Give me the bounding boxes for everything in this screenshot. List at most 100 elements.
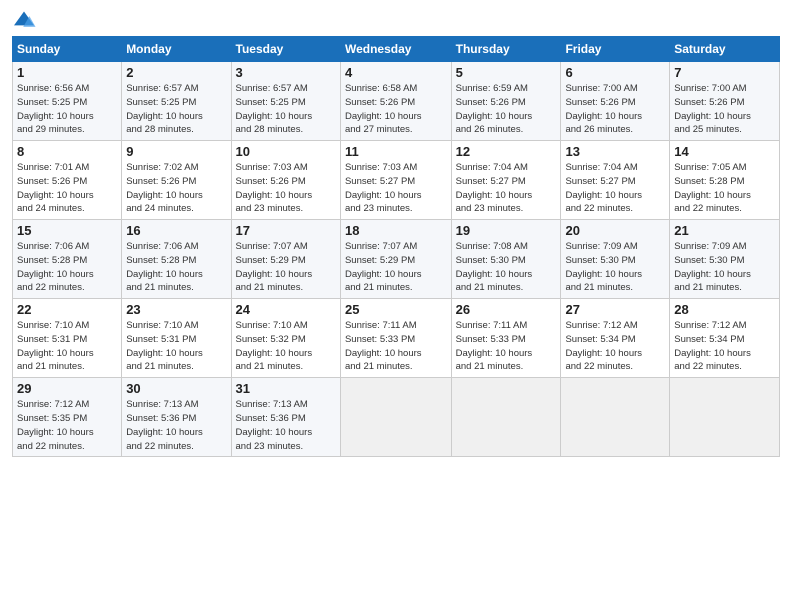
day-number: 5: [456, 65, 557, 80]
calendar-cell: 9 Sunrise: 7:02 AM Sunset: 5:26 PM Daylig…: [122, 141, 231, 220]
day-info: Sunrise: 6:58 AM Sunset: 5:26 PM Dayligh…: [345, 82, 447, 137]
day-number: 10: [236, 144, 336, 159]
day-number: 24: [236, 302, 336, 317]
day-info: Sunrise: 6:59 AM Sunset: 5:26 PM Dayligh…: [456, 82, 557, 137]
day-number: 20: [565, 223, 665, 238]
day-number: 23: [126, 302, 226, 317]
page-container: SundayMondayTuesdayWednesdayThursdayFrid…: [0, 0, 792, 465]
calendar-cell: 7 Sunrise: 7:00 AM Sunset: 5:26 PM Daylig…: [670, 62, 780, 141]
day-info: Sunrise: 7:04 AM Sunset: 5:27 PM Dayligh…: [565, 161, 665, 216]
calendar-cell: [561, 378, 670, 457]
calendar-cell: 14 Sunrise: 7:05 AM Sunset: 5:28 PM Dayli…: [670, 141, 780, 220]
day-info: Sunrise: 7:08 AM Sunset: 5:30 PM Dayligh…: [456, 240, 557, 295]
day-number: 26: [456, 302, 557, 317]
day-number: 7: [674, 65, 775, 80]
day-info: Sunrise: 7:09 AM Sunset: 5:30 PM Dayligh…: [674, 240, 775, 295]
week-row-4: 22Sunrise: 7:10 AM Sunset: 5:31 PM Dayli…: [13, 299, 780, 378]
calendar-cell: 11Sunrise: 7:03 AM Sunset: 5:27 PM Dayli…: [340, 141, 451, 220]
day-number: 29: [17, 381, 117, 396]
calendar-cell: 18 Sunrise: 7:07 AM Sunset: 5:29 PM Dayli…: [340, 220, 451, 299]
calendar-cell: 4 Sunrise: 6:58 AM Sunset: 5:26 PM Daylig…: [340, 62, 451, 141]
calendar-cell: 8 Sunrise: 7:01 AM Sunset: 5:26 PM Daylig…: [13, 141, 122, 220]
calendar-cell: 2 Sunrise: 6:57 AM Sunset: 5:25 PM Daylig…: [122, 62, 231, 141]
calendar-cell: 24 Sunrise: 7:10 AM Sunset: 5:32 PM Dayli…: [231, 299, 340, 378]
day-info: Sunrise: 7:02 AM Sunset: 5:26 PM Dayligh…: [126, 161, 226, 216]
calendar-cell: 21 Sunrise: 7:09 AM Sunset: 5:30 PM Dayli…: [670, 220, 780, 299]
day-info: Sunrise: 6:57 AM Sunset: 5:25 PM Dayligh…: [236, 82, 336, 137]
day-number: 3: [236, 65, 336, 80]
day-info: Sunrise: 7:11 AM Sunset: 5:33 PM Dayligh…: [345, 319, 447, 374]
day-info: Sunrise: 7:10 AM Sunset: 5:31 PM Dayligh…: [126, 319, 226, 374]
day-info: Sunrise: 7:12 AM Sunset: 5:34 PM Dayligh…: [565, 319, 665, 374]
calendar-cell: 26 Sunrise: 7:11 AM Sunset: 5:33 PM Dayli…: [451, 299, 561, 378]
calendar-cell: 6Sunrise: 7:00 AM Sunset: 5:26 PM Daylig…: [561, 62, 670, 141]
day-info: Sunrise: 7:11 AM Sunset: 5:33 PM Dayligh…: [456, 319, 557, 374]
day-info: Sunrise: 7:12 AM Sunset: 5:34 PM Dayligh…: [674, 319, 775, 374]
calendar-cell: 13 Sunrise: 7:04 AM Sunset: 5:27 PM Dayli…: [561, 141, 670, 220]
day-number: 1: [17, 65, 117, 80]
day-number: 19: [456, 223, 557, 238]
calendar-cell: [340, 378, 451, 457]
header-tuesday: Tuesday: [231, 37, 340, 62]
day-info: Sunrise: 7:13 AM Sunset: 5:36 PM Dayligh…: [126, 398, 226, 453]
day-number: 14: [674, 144, 775, 159]
day-info: Sunrise: 7:05 AM Sunset: 5:28 PM Dayligh…: [674, 161, 775, 216]
header-row: SundayMondayTuesdayWednesdayThursdayFrid…: [13, 37, 780, 62]
calendar-cell: 28 Sunrise: 7:12 AM Sunset: 5:34 PM Dayli…: [670, 299, 780, 378]
day-info: Sunrise: 7:03 AM Sunset: 5:27 PM Dayligh…: [345, 161, 447, 216]
day-info: Sunrise: 7:10 AM Sunset: 5:32 PM Dayligh…: [236, 319, 336, 374]
calendar-cell: 19 Sunrise: 7:08 AM Sunset: 5:30 PM Dayli…: [451, 220, 561, 299]
header-wednesday: Wednesday: [340, 37, 451, 62]
calendar-cell: 31Sunrise: 7:13 AM Sunset: 5:36 PM Dayli…: [231, 378, 340, 457]
header: [12, 10, 780, 30]
day-info: Sunrise: 7:06 AM Sunset: 5:28 PM Dayligh…: [126, 240, 226, 295]
calendar-cell: 22Sunrise: 7:10 AM Sunset: 5:31 PM Dayli…: [13, 299, 122, 378]
logo: [12, 10, 40, 30]
calendar-cell: 27 Sunrise: 7:12 AM Sunset: 5:34 PM Dayli…: [561, 299, 670, 378]
day-number: 13: [565, 144, 665, 159]
calendar-cell: 5 Sunrise: 6:59 AM Sunset: 5:26 PM Daylig…: [451, 62, 561, 141]
header-thursday: Thursday: [451, 37, 561, 62]
calendar-cell: 25 Sunrise: 7:11 AM Sunset: 5:33 PM Dayli…: [340, 299, 451, 378]
day-info: Sunrise: 6:57 AM Sunset: 5:25 PM Dayligh…: [126, 82, 226, 137]
day-number: 27: [565, 302, 665, 317]
calendar-cell: [670, 378, 780, 457]
calendar-cell: 16 Sunrise: 7:06 AM Sunset: 5:28 PM Dayli…: [122, 220, 231, 299]
day-number: 16: [126, 223, 226, 238]
calendar-cell: 12Sunrise: 7:04 AM Sunset: 5:27 PM Dayli…: [451, 141, 561, 220]
day-info: Sunrise: 7:13 AM Sunset: 5:36 PM Dayligh…: [236, 398, 336, 453]
day-info: Sunrise: 7:01 AM Sunset: 5:26 PM Dayligh…: [17, 161, 117, 216]
day-info: Sunrise: 7:12 AM Sunset: 5:35 PM Dayligh…: [17, 398, 117, 453]
day-number: 21: [674, 223, 775, 238]
day-info: Sunrise: 7:07 AM Sunset: 5:29 PM Dayligh…: [236, 240, 336, 295]
day-number: 4: [345, 65, 447, 80]
header-saturday: Saturday: [670, 37, 780, 62]
calendar-cell: 10Sunrise: 7:03 AM Sunset: 5:26 PM Dayli…: [231, 141, 340, 220]
day-info: Sunrise: 7:10 AM Sunset: 5:31 PM Dayligh…: [17, 319, 117, 374]
day-number: 17: [236, 223, 336, 238]
day-number: 15: [17, 223, 117, 238]
calendar-cell: 15Sunrise: 7:06 AM Sunset: 5:28 PM Dayli…: [13, 220, 122, 299]
calendar-cell: 17 Sunrise: 7:07 AM Sunset: 5:29 PM Dayli…: [231, 220, 340, 299]
day-number: 28: [674, 302, 775, 317]
day-info: Sunrise: 7:09 AM Sunset: 5:30 PM Dayligh…: [565, 240, 665, 295]
header-friday: Friday: [561, 37, 670, 62]
logo-icon: [12, 10, 36, 30]
calendar-cell: 23 Sunrise: 7:10 AM Sunset: 5:31 PM Dayli…: [122, 299, 231, 378]
day-number: 25: [345, 302, 447, 317]
day-info: Sunrise: 7:04 AM Sunset: 5:27 PM Dayligh…: [456, 161, 557, 216]
day-info: Sunrise: 6:56 AM Sunset: 5:25 PM Dayligh…: [17, 82, 117, 137]
calendar-cell: 3 Sunrise: 6:57 AM Sunset: 5:25 PM Daylig…: [231, 62, 340, 141]
day-number: 18: [345, 223, 447, 238]
day-number: 9: [126, 144, 226, 159]
week-row-3: 15 Sunrise: 7:06 AM Sunset: 5:28 PM Dayli…: [13, 220, 780, 299]
header-sunday: Sunday: [13, 37, 122, 62]
day-info: Sunrise: 7:00 AM Sunset: 5:26 PM Dayligh…: [674, 82, 775, 137]
day-info: Sunrise: 7:00 AM Sunset: 5:26 PM Dayligh…: [565, 82, 665, 137]
day-number: 2: [126, 65, 226, 80]
day-number: 8: [17, 144, 117, 159]
day-info: Sunrise: 7:07 AM Sunset: 5:29 PM Dayligh…: [345, 240, 447, 295]
calendar-cell: [451, 378, 561, 457]
calendar-table: SundayMondayTuesdayWednesdayThursdayFrid…: [12, 36, 780, 457]
week-row-5: 29 Sunrise: 7:12 AM Sunset: 5:35 PM Dayli…: [13, 378, 780, 457]
